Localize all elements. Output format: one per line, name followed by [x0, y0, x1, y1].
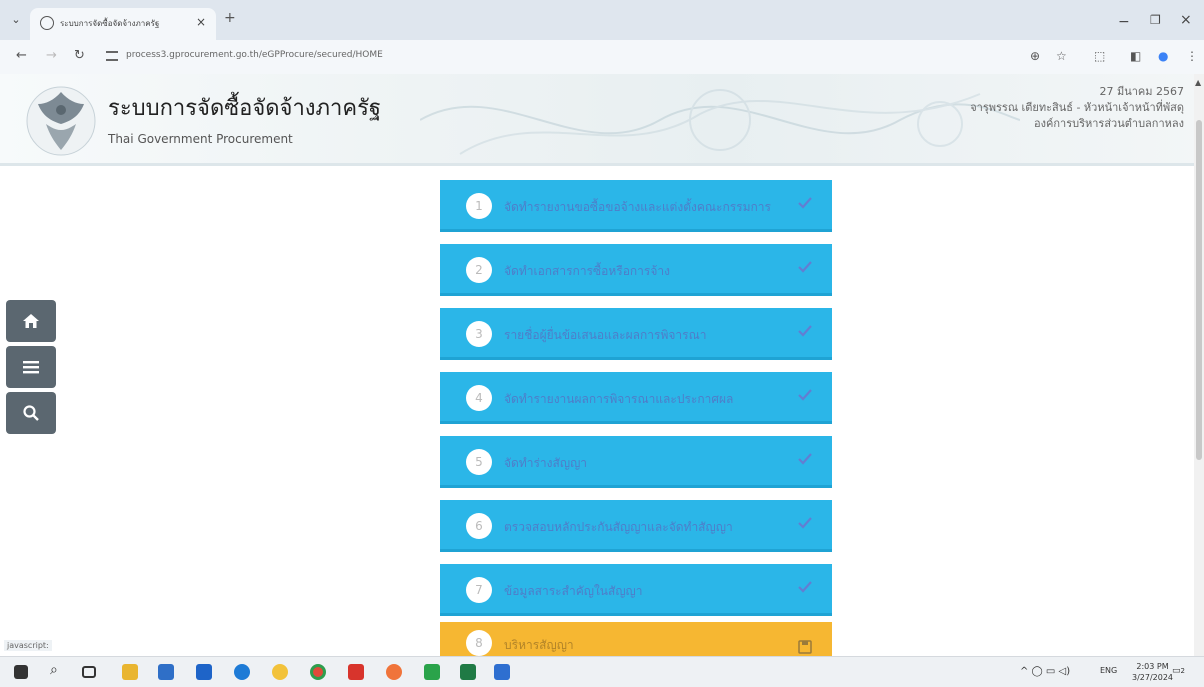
browser-tab-bar: ⌄ ระบบการจัดซื้อจัดจ้างภาครัฐ × + − ❐ ×	[0, 0, 1204, 40]
windows-taskbar: ⌕ ^ ◯ ▭ ◁) ENG 2:03 PM 3/27/2024 ▭2	[0, 656, 1204, 687]
menu-kebab-icon[interactable]: ⋮	[1186, 49, 1198, 63]
edge-icon[interactable]	[234, 664, 250, 680]
mail-icon[interactable]	[196, 664, 212, 680]
check-icon	[798, 389, 812, 401]
step-7[interactable]: 7 ข้อมูลสาระสำคัญในสัญญา	[440, 564, 832, 616]
back-icon[interactable]: ←	[16, 48, 27, 63]
bookmark-star-icon[interactable]: ☆	[1056, 49, 1067, 63]
clock-date: 3/27/2024	[1132, 673, 1174, 682]
step-number: 8	[466, 630, 492, 656]
user-name-role[interactable]: จารุพรรณ เตียทะสินธ์ - หัวหน้าเจ้าหน้าที…	[970, 100, 1184, 116]
tab-title: ระบบการจัดซื้อจัดจ้างภาครัฐ	[60, 19, 160, 28]
tray-icons[interactable]: ^ ◯ ▭ ◁)	[1020, 666, 1070, 677]
step-label: ข้อมูลสาระสำคัญในสัญญา	[504, 584, 643, 598]
excel-icon[interactable]	[460, 664, 476, 680]
step-number: 3	[466, 321, 492, 347]
system-clock[interactable]: 2:03 PM 3/27/2024	[1132, 661, 1173, 683]
step-label: ตรวจสอบหลักประกันสัญญาและจัดทำสัญญา	[504, 520, 733, 534]
hamburger-icon	[23, 361, 39, 374]
step-label: จัดทำเอกสารการซื้อหรือการจ้าง	[504, 264, 670, 278]
check-icon	[798, 325, 812, 337]
check-icon	[798, 517, 812, 529]
user-info: 27 มีนาคม 2567 จารุพรรณ เตียทะสินธ์ - หั…	[970, 84, 1184, 132]
pdf-reader-icon[interactable]	[348, 664, 364, 680]
new-tab-icon[interactable]: +	[224, 10, 236, 26]
save-icon	[798, 640, 812, 654]
step-label: จัดทำร่างสัญญา	[504, 456, 588, 470]
clock-time: 2:03 PM	[1136, 662, 1169, 671]
step-3[interactable]: 3 รายชื่อผู้ยื่นข้อเสนอและผลการพิจารณา	[440, 308, 832, 360]
step-number: 5	[466, 449, 492, 475]
minimize-icon[interactable]: −	[1118, 14, 1130, 30]
site-settings-icon[interactable]	[106, 51, 118, 61]
site-subtitle: Thai Government Procurement	[108, 132, 293, 146]
step-1[interactable]: 1 จัดทำรายงานขอซื้อขอจ้างและแต่งตั้งคณะก…	[440, 180, 832, 232]
menu-button[interactable]	[6, 346, 56, 388]
reload-icon[interactable]: ↻	[74, 48, 85, 63]
check-icon	[798, 261, 812, 273]
search-icon	[23, 405, 39, 421]
notifications-icon[interactable]: ▭2	[1172, 666, 1185, 676]
step-4[interactable]: 4 จัดทำรายงานผลการพิจารณาและประกาศผล	[440, 372, 832, 424]
side-panel-icon[interactable]: ◧	[1130, 49, 1141, 63]
line-app-icon[interactable]	[424, 664, 440, 680]
step-number: 7	[466, 577, 492, 603]
forward-icon[interactable]: →	[46, 48, 57, 63]
step-number: 1	[466, 193, 492, 219]
url-input[interactable]: process3.gprocurement.go.th/eGPProcure/s…	[126, 50, 383, 60]
restore-icon[interactable]: ❐	[1150, 13, 1161, 27]
step-number: 4	[466, 385, 492, 411]
scrollbar-thumb[interactable]	[1196, 120, 1202, 460]
firefox-icon[interactable]	[386, 664, 402, 680]
check-icon	[798, 197, 812, 209]
header-ornament	[420, 89, 1020, 155]
step-number: 6	[466, 513, 492, 539]
search-button[interactable]	[6, 392, 56, 434]
step-label: จัดทำรายงานขอซื้อขอจ้างและแต่งตั้งคณะกรร…	[504, 200, 771, 214]
notification-count: 2	[1180, 667, 1185, 675]
tab-list-icon[interactable]: ⌄	[8, 12, 24, 28]
language-indicator[interactable]: ENG	[1100, 666, 1117, 675]
chrome-icon[interactable]	[310, 664, 326, 680]
current-date: 27 มีนาคม 2567	[1099, 85, 1184, 98]
step-6[interactable]: 6 ตรวจสอบหลักประกันสัญญาและจัดทำสัญญา	[440, 500, 832, 552]
agency-name: องค์การบริหารส่วนตำบลกาหลง	[1034, 117, 1184, 130]
status-bar-text: javascript:	[4, 640, 52, 651]
search-taskbar-icon[interactable]: ⌕	[50, 662, 66, 678]
home-button[interactable]	[6, 300, 56, 342]
profile-icon[interactable]: ●	[1158, 49, 1168, 63]
store-icon[interactable]	[158, 664, 174, 680]
address-bar: ← → ↻ process3.gprocurement.go.th/eGPPro…	[0, 40, 1204, 74]
close-tab-icon[interactable]: ×	[196, 15, 206, 29]
word-icon[interactable]	[494, 664, 510, 680]
scroll-up-icon[interactable]: ▲	[1195, 78, 1201, 87]
step-5[interactable]: 5 จัดทำร่างสัญญา	[440, 436, 832, 488]
site-title: ระบบการจัดซื้อจัดจ้างภาครัฐ	[108, 96, 382, 121]
step-label: จัดทำรายงานผลการพิจารณาและประกาศผล	[504, 392, 734, 406]
step-8[interactable]: 8 บริหารสัญญา	[440, 622, 832, 656]
step-label: รายชื่อผู้ยื่นข้อเสนอและผลการพิจารณา	[504, 328, 707, 342]
home-icon	[23, 314, 39, 328]
browser-tab[interactable]: ระบบการจัดซื้อจัดจ้างภาครัฐ ×	[30, 8, 216, 40]
task-view-icon[interactable]	[82, 666, 96, 678]
check-icon	[798, 581, 812, 593]
start-windows-icon[interactable]	[14, 665, 28, 679]
step-number: 2	[466, 257, 492, 283]
photos-app-icon[interactable]	[272, 664, 288, 680]
site-header: ระบบการจัดซื้อจัดจ้างภาครัฐ Thai Governm…	[0, 74, 1204, 166]
extensions-icon[interactable]: ⬚	[1094, 49, 1105, 63]
government-procurement-logo	[26, 86, 96, 156]
step-label: บริหารสัญญา	[504, 638, 574, 652]
file-explorer-icon[interactable]	[122, 664, 138, 680]
step-2[interactable]: 2 จัดทำเอกสารการซื้อหรือการจ้าง	[440, 244, 832, 296]
window-close-icon[interactable]: ×	[1180, 12, 1192, 28]
globe-icon	[40, 16, 54, 30]
check-icon	[798, 453, 812, 465]
zoom-icon[interactable]: ⊕	[1030, 49, 1040, 63]
